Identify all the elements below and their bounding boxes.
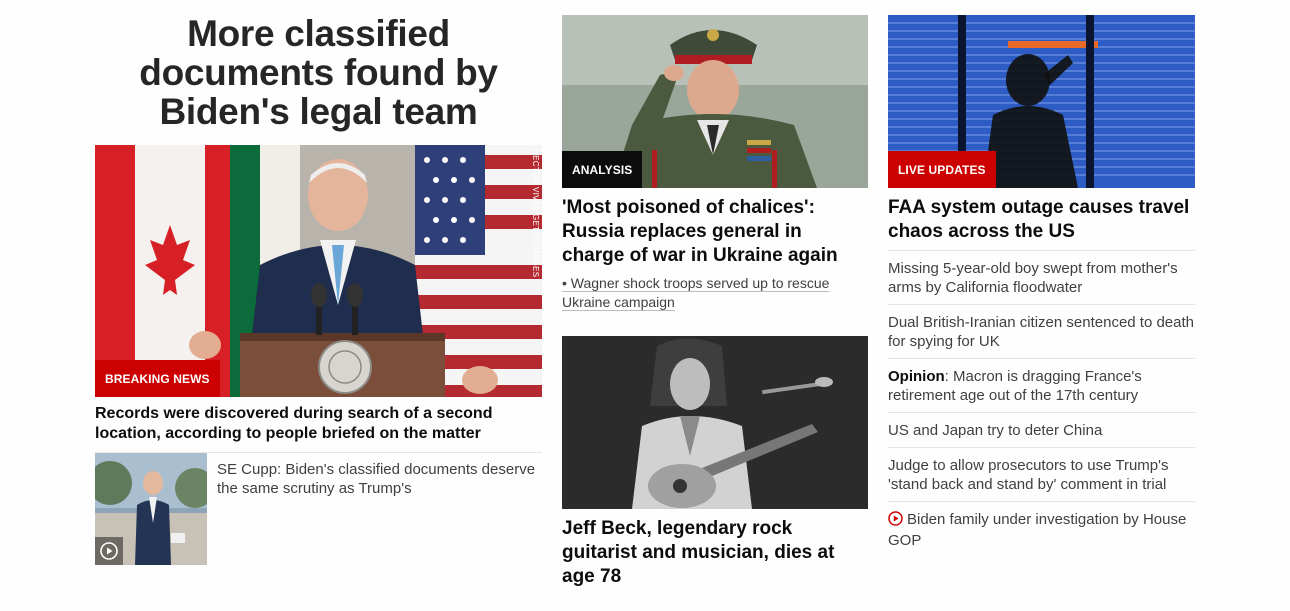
related-thumbnail — [95, 453, 207, 565]
list-item-text: Biden family under investigation by Hous… — [888, 511, 1187, 549]
lead-caption: Records were discovered during search of… — [95, 404, 542, 453]
faa-story-image[interactable]: LIVE UPDATES — [888, 15, 1195, 188]
jeff-beck-story: Jeff Beck, legendary rock guitarist and … — [562, 336, 868, 589]
live-updates-badge: LIVE UPDATES — [888, 151, 996, 188]
video-play-badge — [95, 537, 123, 565]
opinion-label: Opinion — [888, 368, 945, 385]
jeff-beck-headline: Jeff Beck, legendary rock guitarist and … — [562, 518, 835, 587]
list-item[interactable]: US and Japan try to deter China — [888, 412, 1195, 447]
play-circle-icon — [888, 511, 903, 531]
lead-headline: More classified documents found by Biden… — [139, 13, 498, 132]
photo-credit: HECTOR VIVAS/GETTY IMAGES — [531, 149, 540, 278]
related-story[interactable]: SE Cupp: Biden's classified documents de… — [95, 453, 542, 565]
wagner-bullet-text: • Wagner shock troops served up to rescu… — [562, 274, 868, 312]
wagner-link[interactable]: • Wagner shock troops served up to rescu… — [562, 274, 868, 312]
lead-caption-link[interactable]: Records were discovered during search of… — [95, 404, 542, 453]
wagner-bullet-label: • Wagner shock troops served up to rescu… — [562, 275, 830, 311]
jeff-beck-headline-link[interactable]: Jeff Beck, legendary rock guitarist and … — [562, 517, 868, 589]
list-item-text: US and Japan try to deter China — [888, 422, 1103, 439]
play-icon — [100, 542, 118, 560]
list-item[interactable]: Judge to allow prosecutors to use Trump'… — [888, 447, 1195, 501]
lead-story-column: More classified documents found by Biden… — [95, 14, 542, 565]
headline-list: Missing 5-year-old boy swept from mother… — [888, 250, 1195, 557]
lead-headline-link[interactable]: More classified documents found by Biden… — [95, 14, 542, 131]
list-item-text: Dual British-Iranian citizen sentenced t… — [888, 314, 1195, 350]
jeff-beck-photo — [562, 336, 868, 509]
related-headline: SE Cupp: Biden's classified documents de… — [217, 461, 536, 497]
list-item[interactable]: Dual British-Iranian citizen sentenced t… — [888, 304, 1195, 358]
list-item-text: Judge to allow prosecutors to use Trump'… — [888, 457, 1169, 493]
list-item[interactable]: Missing 5-year-old boy swept from mother… — [888, 250, 1195, 304]
general-headline-link[interactable]: 'Most poisoned of chalices': Russia repl… — [562, 196, 868, 268]
jeff-beck-image[interactable] — [562, 336, 868, 509]
general-headline: 'Most poisoned of chalices': Russia repl… — [562, 197, 838, 266]
list-item[interactable]: Opinion: Macron is dragging France's ret… — [888, 358, 1195, 412]
right-column: LIVE UPDATES FAA system outage causes tr… — [888, 15, 1195, 557]
list-item[interactable]: Biden family under investigation by Hous… — [888, 501, 1195, 557]
lead-hero-image[interactable]: HECTOR VIVAS/GETTY IMAGES BREAKING NEWS — [95, 145, 542, 397]
center-column: ANALYSIS 'Most poisoned of chalices': Ru… — [562, 15, 868, 589]
breaking-news-badge: BREAKING NEWS — [95, 360, 220, 397]
general-story-image[interactable]: ANALYSIS — [562, 15, 868, 188]
faa-headline-link[interactable]: FAA system outage causes travel chaos ac… — [888, 196, 1195, 244]
analysis-badge: ANALYSIS — [562, 151, 643, 188]
list-item-text: Missing 5-year-old boy swept from mother… — [888, 260, 1178, 296]
faa-headline: FAA system outage causes travel chaos ac… — [888, 197, 1190, 242]
